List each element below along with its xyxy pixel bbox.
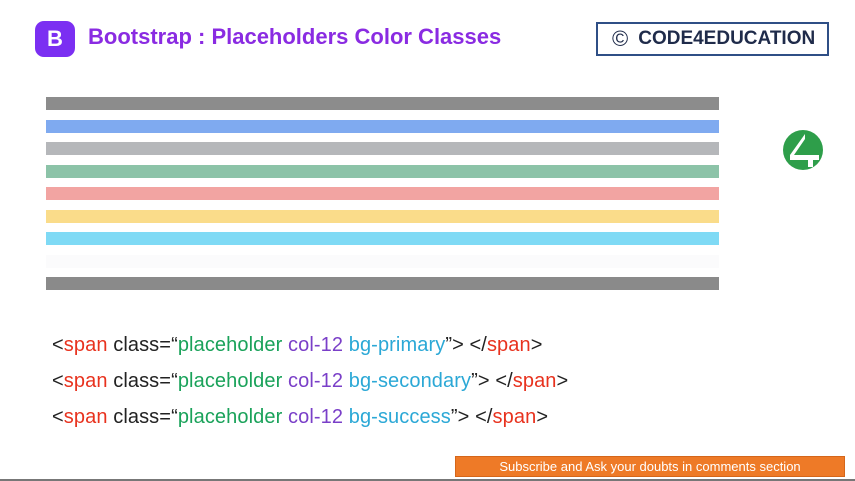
subscribe-banner[interactable]: Subscribe and Ask your doubts in comment… <box>455 456 845 477</box>
code4education-logo-icon <box>783 130 823 170</box>
brand-badge: © CODE4EDUCATION <box>596 22 829 56</box>
copyright-icon: © <box>612 26 629 51</box>
code-line-primary: <span class=“placeholder col-12 bg-prima… <box>52 334 543 356</box>
placeholder-bars <box>46 97 719 300</box>
page-title: Bootstrap : Placeholders Color Classes <box>88 24 502 49</box>
placeholder-bar-secondary <box>46 142 719 155</box>
bootstrap-logo-icon: B <box>35 21 75 57</box>
placeholder-bar-light <box>46 254 719 268</box>
placeholder-bar-dark <box>46 277 719 290</box>
code-line-secondary: <span class=“placeholder col-12 bg-secon… <box>52 370 569 392</box>
code-line-success: <span class=“placeholder col-12 bg-succe… <box>52 406 549 428</box>
placeholder-bar-success <box>46 164 719 178</box>
brand-name: CODE4EDUCATION <box>638 28 816 49</box>
placeholder-bar-primary <box>46 119 719 133</box>
placeholder-bar-danger <box>46 187 719 200</box>
placeholder-bar-warning <box>46 209 719 223</box>
placeholder-bar-info <box>46 232 719 245</box>
placeholder-bar-default <box>46 97 719 110</box>
